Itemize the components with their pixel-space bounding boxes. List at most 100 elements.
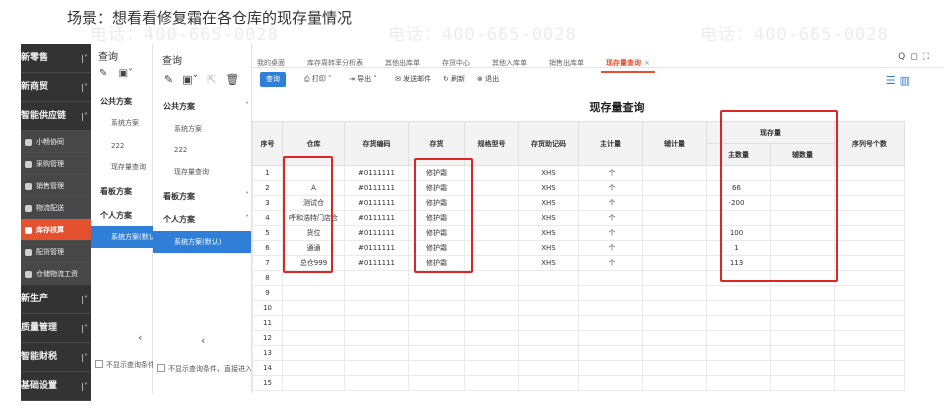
scheme-item[interactable]: 系统方案 — [111, 118, 139, 128]
table-row[interactable]: 8 — [252, 270, 905, 286]
col-header[interactable]: 仓库 — [282, 121, 345, 166]
table-row[interactable]: 14 — [252, 360, 905, 376]
col-header[interactable]: 序列号个数 — [834, 121, 905, 166]
export-button[interactable]: ⇥ 导出 ˅ — [349, 74, 377, 84]
col-header[interactable]: 序号 — [252, 121, 283, 166]
col-header[interactable]: 主数量 — [706, 143, 771, 166]
refresh-button[interactable]: ↻ 刷新 — [443, 74, 465, 84]
scheme-item[interactable]: 现存量查询 — [174, 167, 209, 177]
scheme-item[interactable]: 现存量查询 — [111, 162, 146, 172]
nav-item[interactable]: 质量管理 |˅ — [21, 314, 91, 343]
inv-code-cell[interactable]: #0111111 — [344, 165, 409, 181]
inventory-cell[interactable]: 修护霜 — [408, 165, 465, 181]
table-row[interactable]: 6 通通 #0111111 修护霜 XHS 个 1 — [252, 240, 905, 256]
edit-icon[interactable]: ✎ — [99, 68, 107, 79]
nav-item[interactable]: 仓储物流工资 — [21, 263, 91, 285]
section-personal[interactable]: 个人方案 — [100, 210, 132, 221]
inv-code-cell[interactable]: #0111111 — [344, 240, 409, 256]
table-row[interactable]: 15 — [252, 375, 905, 391]
inventory-cell[interactable]: 修护霜 — [408, 210, 465, 226]
save-icon[interactable]: ▣˅ — [182, 73, 198, 86]
nav-item[interactable]: 智能财税 |˅ — [21, 343, 91, 372]
warehouse-cell[interactable]: 测试仓 — [282, 195, 345, 211]
table-row[interactable]: 4 呼和浩特门店仓 #0111111 修护霜 XHS 个 — [252, 210, 905, 226]
mnemonic-cell[interactable]: XHS — [518, 210, 579, 226]
edit-icon[interactable]: ✎ — [164, 73, 173, 86]
mnemonic-cell[interactable]: XHS — [518, 165, 579, 181]
table-row[interactable]: 13 — [252, 345, 905, 361]
inv-code-cell[interactable]: #0111111 — [344, 255, 409, 271]
table-row[interactable]: 7 总仓999 #0111111 修护霜 XHS 个 113 — [252, 255, 905, 271]
scheme-item-selected[interactable]: 系统方案(默认) — [91, 226, 153, 248]
mnemonic-cell[interactable]: XHS — [518, 240, 579, 256]
save-icon[interactable]: ▣˅ — [119, 68, 133, 79]
section-personal[interactable]: 个人方案 ˄ — [163, 214, 249, 225]
scheme-item-selected[interactable]: 系统方案(默认) — [153, 231, 251, 253]
col-header[interactable]: 辅数量 — [770, 143, 835, 166]
table-row[interactable]: 2 A #0111111 修护霜 XHS 个 66 — [252, 180, 905, 196]
exit-button[interactable]: ⊗ 退出 — [477, 74, 499, 84]
section-public[interactable]: 公共方案 — [100, 96, 132, 107]
warehouse-cell[interactable]: 呼和浩特门店仓 — [282, 210, 345, 226]
inv-code-cell[interactable]: #0111111 — [344, 225, 409, 241]
scheme-item[interactable]: 系统方案 — [174, 124, 202, 134]
warehouse-cell[interactable]: 货位 — [282, 225, 345, 241]
query-button[interactable]: 查询 — [260, 72, 286, 87]
table-row[interactable]: 1 #0111111 修护霜 XHS 个 — [252, 165, 905, 181]
section-board[interactable]: 看板方案 — [100, 186, 132, 197]
section-public[interactable]: 公共方案 ˄ — [163, 101, 249, 112]
hide-conditions-checkbox[interactable]: 不显示查询条件 — [95, 360, 155, 370]
nav-item[interactable]: 新零售 |˅ — [21, 44, 91, 73]
col-header[interactable]: 主计量 — [578, 121, 643, 166]
warehouse-cell[interactable]: 总仓999 — [282, 255, 345, 271]
inv-code-cell[interactable]: #0111111 — [344, 180, 409, 196]
inv-code-cell[interactable]: #0111111 — [344, 195, 409, 211]
nav-item[interactable]: 小畅协同 — [21, 131, 91, 153]
mnemonic-cell[interactable]: XHS — [518, 180, 579, 196]
view-switcher[interactable]: ☰▥ — [886, 74, 914, 87]
nav-item[interactable]: 采购管理 — [21, 153, 91, 175]
nav-item[interactable]: 物流配送 — [21, 197, 91, 219]
mnemonic-cell[interactable]: XHS — [518, 195, 579, 211]
mnemonic-cell[interactable]: XHS — [518, 225, 579, 241]
table-row[interactable]: 3 测试仓 #0111111 修护霜 XHS 个 -200 — [252, 195, 905, 211]
nav-item[interactable]: 新生产 |˅ — [21, 285, 91, 314]
section-board[interactable]: 看板方案 ˄ — [163, 191, 249, 202]
nav-item[interactable]: 配货管理 — [21, 241, 91, 263]
hide-conditions-checkbox[interactable]: 不显示查询条件，直接进入 — [157, 364, 251, 374]
inventory-cell[interactable]: 修护霜 — [408, 240, 465, 256]
delete-icon[interactable]: 🗑 — [225, 73, 239, 86]
send-email-button[interactable]: ✉ 发送邮件 — [395, 74, 431, 84]
inventory-cell[interactable]: 修护霜 — [408, 225, 465, 241]
close-icon[interactable]: × — [644, 59, 650, 67]
col-header[interactable]: 存货助记码 — [518, 121, 579, 166]
col-header[interactable]: 存货 — [408, 121, 465, 166]
mnemonic-cell[interactable]: XHS — [518, 255, 579, 271]
collapse-icon[interactable]: ‹ — [201, 334, 205, 347]
print-button[interactable]: ⎙ 打印 ˅ — [304, 74, 332, 84]
inv-code-cell[interactable]: #0111111 — [344, 210, 409, 226]
nav-item[interactable]: 新商贸 |˅ — [21, 73, 91, 102]
table-row[interactable]: 12 — [252, 330, 905, 346]
warehouse-cell[interactable]: 通通 — [282, 240, 345, 256]
nav-item[interactable]: 基础设置 |˅ — [21, 372, 91, 401]
inventory-cell[interactable]: 修护霜 — [408, 180, 465, 196]
col-header[interactable]: 存货编码 — [344, 121, 409, 166]
inventory-cell[interactable]: 修护霜 — [408, 195, 465, 211]
col-header[interactable]: 规格型号 — [464, 121, 519, 166]
inventory-cell[interactable]: 修护霜 — [408, 255, 465, 271]
nav-item[interactable]: 智能供应链 |˅ — [21, 102, 91, 131]
table-row[interactable]: 11 — [252, 315, 905, 331]
col-group-header[interactable]: 现存量 — [706, 121, 835, 144]
nav-item[interactable]: 库存核算 — [21, 219, 91, 241]
collapse-icon[interactable]: ‹ — [138, 331, 142, 344]
table-row[interactable]: 5 货位 #0111111 修护霜 XHS 个 100 — [252, 225, 905, 241]
table-row[interactable]: 10 — [252, 300, 905, 316]
warehouse-cell[interactable] — [282, 165, 345, 181]
col-header[interactable]: 辅计量 — [642, 121, 707, 166]
nav-item[interactable]: 销售管理 — [21, 175, 91, 197]
scheme-item[interactable]: 222 — [111, 142, 124, 150]
window-controls[interactable]: Q◻⛶ — [898, 52, 934, 62]
table-row[interactable]: 9 — [252, 285, 905, 301]
warehouse-cell[interactable]: A — [282, 180, 345, 196]
